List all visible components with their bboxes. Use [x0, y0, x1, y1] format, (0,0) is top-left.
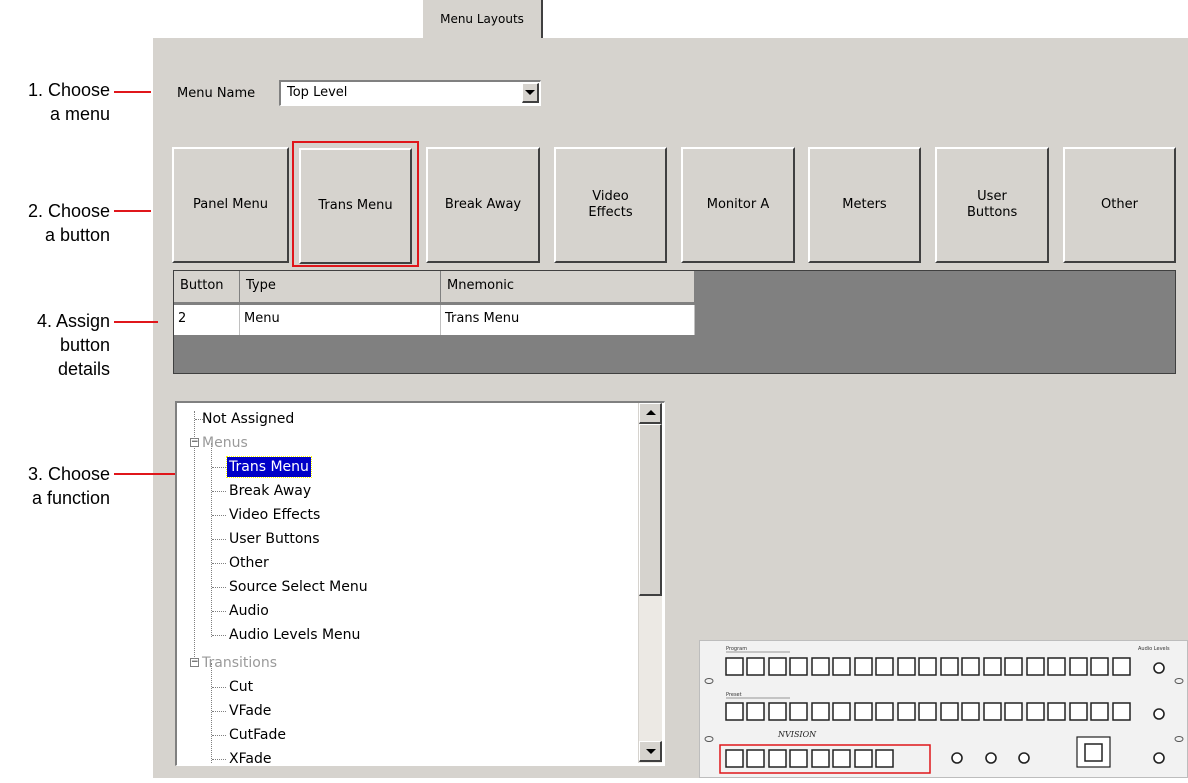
tree-item-not-assigned[interactable]: Not Assigned — [202, 409, 294, 429]
preset-button-row — [725, 702, 1131, 721]
program-button-row — [725, 657, 1131, 676]
program-label: Program — [726, 646, 747, 652]
annotation-pointer — [114, 210, 151, 212]
tree-item-user-buttons[interactable]: User Buttons — [229, 529, 320, 549]
tree-connector — [212, 563, 226, 564]
menu-button-other[interactable]: Other — [1063, 147, 1176, 263]
tree-connector — [212, 515, 226, 516]
annotation-pointer — [114, 321, 158, 323]
hardware-panel-drawing: Program Preset Audio Levels NVISION — [704, 646, 1184, 774]
menu-button-video-effects[interactable]: Video Effects — [554, 147, 667, 263]
scroll-up-button[interactable] — [639, 403, 662, 424]
tree-connector — [211, 663, 212, 763]
tree-connector — [212, 611, 226, 612]
menu-name-select[interactable]: Top Level — [279, 80, 541, 106]
button-label: Panel Menu — [193, 197, 268, 212]
button-details-grid: Button Type Mnemonic 2 Menu Trans Menu — [173, 270, 1176, 374]
cell-mnemonic[interactable]: Trans Menu — [441, 305, 695, 335]
table-row[interactable]: 2 Menu Trans Menu — [174, 305, 695, 335]
menu-name-value: Top Level — [287, 85, 348, 100]
tree-item-video-effects[interactable]: Video Effects — [229, 505, 320, 525]
annotation-choose-button: 2. Choose a button — [0, 199, 110, 247]
menu-button-break-away[interactable]: Break Away — [426, 147, 540, 263]
cell-button[interactable]: 2 — [174, 305, 240, 335]
tree-connector — [212, 759, 226, 760]
button-label: Other — [1101, 197, 1138, 212]
menu-button-meters[interactable]: Meters — [808, 147, 921, 263]
annotation-line-2: button — [59, 335, 110, 355]
tree-group-menus[interactable]: Menus — [202, 433, 248, 453]
menu-button-panel-menu[interactable]: Panel Menu — [172, 147, 289, 263]
tree-connector — [212, 735, 226, 736]
preset-label: Preset — [726, 692, 742, 698]
tree-item-trans-menu[interactable]: Trans Menu — [226, 456, 312, 478]
annotation-line-1: 2. Choose — [27, 201, 110, 221]
annotation-line-1: 3. Choose — [27, 464, 110, 484]
tree-group-transitions[interactable]: Transitions — [202, 653, 277, 673]
tree-item-xfade[interactable]: XFade — [229, 749, 271, 765]
annotation-pointer — [114, 91, 151, 93]
tree-item-audio[interactable]: Audio — [229, 601, 269, 621]
collapse-icon[interactable]: − — [190, 438, 199, 447]
annotation-line-2: a function — [31, 488, 110, 508]
function-tree[interactable]: − − Not Assigned Menus Trans Menu Break … — [175, 401, 665, 766]
button-label: Video Effects — [588, 189, 633, 220]
tree-item-cut[interactable]: Cut — [229, 677, 253, 697]
tree-connector — [212, 687, 226, 688]
menu-name-label: Menu Name — [177, 86, 256, 101]
tree-connector — [211, 443, 212, 637]
tree-item-source-select-menu[interactable]: Source Select Menu — [229, 577, 368, 597]
column-header-type[interactable]: Type — [240, 271, 441, 303]
tree-scrollbar[interactable] — [638, 403, 662, 763]
tree-connector — [194, 411, 195, 667]
tree-item-break-away[interactable]: Break Away — [229, 481, 311, 501]
tree-connector — [212, 539, 226, 540]
scroll-thumb[interactable] — [639, 424, 662, 596]
annotation-line-3: details — [57, 359, 110, 379]
tree-item-other[interactable]: Other — [229, 553, 269, 573]
annotation-line-1: 4. Assign — [36, 311, 110, 331]
menu-button-row — [725, 749, 894, 768]
column-header-mnemonic[interactable]: Mnemonic — [441, 271, 695, 303]
button-label: User Buttons — [967, 189, 1018, 220]
tree-connector — [212, 491, 226, 492]
annotation-line-2: a menu — [49, 104, 110, 124]
button-label: Break Away — [444, 197, 522, 212]
chevron-down-icon — [525, 90, 535, 95]
annotation-line-1: 1. Choose — [27, 80, 110, 100]
button-label: Monitor A — [706, 197, 770, 212]
menu-button-monitor-a[interactable]: Monitor A — [681, 147, 795, 263]
arrow-up-icon — [646, 410, 656, 415]
selected-button-highlight — [292, 141, 419, 267]
annotation-choose-function: 3. Choose a function — [0, 462, 110, 510]
button-label: Meters — [842, 197, 887, 212]
annotation-choose-menu: 1. Choose a menu — [0, 78, 110, 126]
tree-connector — [212, 635, 226, 636]
tree-item-audio-levels-menu[interactable]: Audio Levels Menu — [229, 625, 360, 645]
tree-item-vfade[interactable]: VFade — [229, 701, 271, 721]
cell-type[interactable]: Menu — [240, 305, 441, 335]
scroll-down-button[interactable] — [639, 741, 662, 762]
collapse-icon[interactable]: − — [190, 658, 199, 667]
tab-menu-layouts[interactable]: Menu Layouts — [422, 0, 543, 38]
take-button — [1084, 743, 1103, 762]
dropdown-button[interactable] — [522, 83, 539, 103]
arrow-down-icon — [646, 749, 656, 754]
tree-connector — [212, 711, 226, 712]
control-panel-illustration: Program Preset Audio Levels NVISION — [699, 640, 1188, 778]
tree-connector — [212, 587, 226, 588]
annotation-line-2: a button — [44, 225, 110, 245]
tree-connector — [212, 467, 226, 468]
nvision-logo: NVISION — [777, 730, 817, 739]
menu-button-user-buttons[interactable]: User Buttons — [935, 147, 1049, 263]
column-header-button[interactable]: Button — [174, 271, 240, 303]
tree-item-cutfade[interactable]: CutFade — [229, 725, 286, 745]
audio-levels-label: Audio Levels — [1138, 646, 1170, 652]
annotation-assign-details: 4. Assign button details — [0, 309, 110, 381]
